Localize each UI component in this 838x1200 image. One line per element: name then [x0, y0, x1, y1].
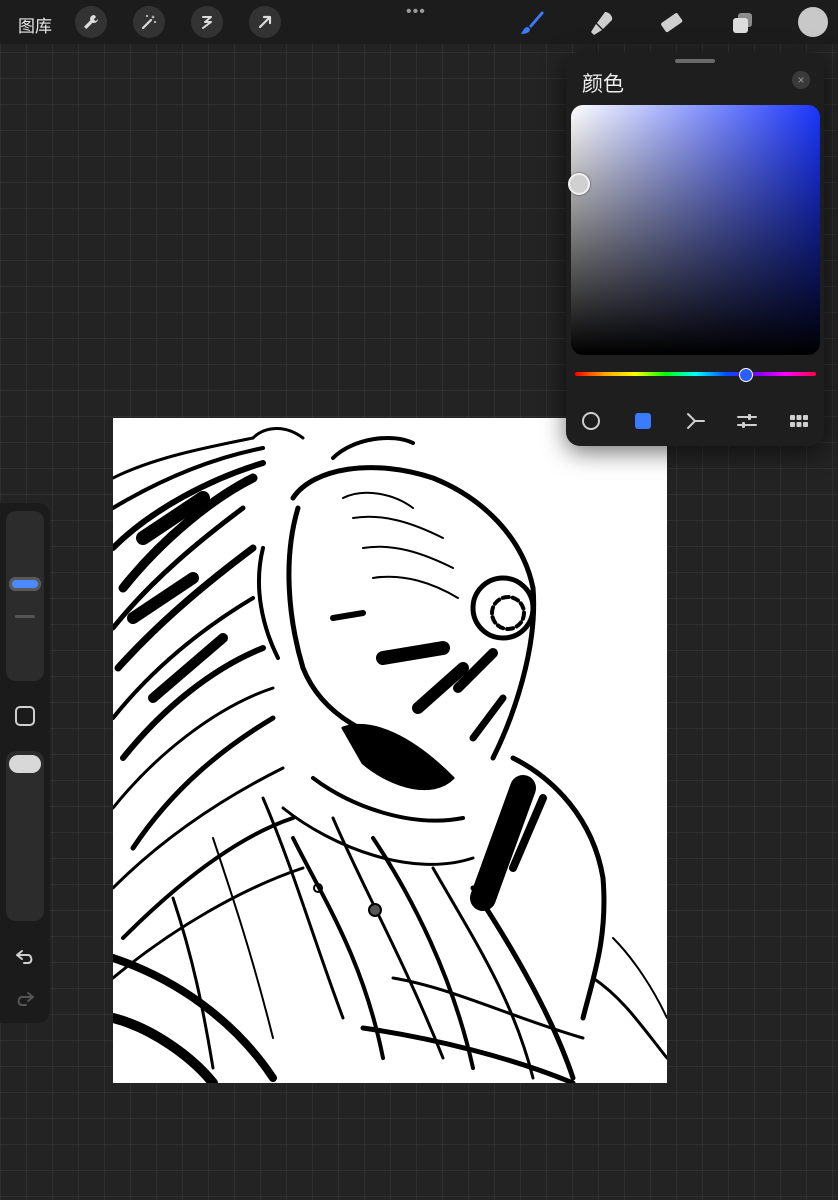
palettes-mode-icon[interactable] [782, 408, 816, 434]
gallery-button[interactable]: 图库 [18, 12, 52, 37]
color-panel-title: 颜色 [582, 73, 624, 96]
eraser-icon[interactable] [654, 6, 688, 40]
drawing-canvas[interactable] [113, 418, 667, 1083]
brush-size-thumb[interactable] [9, 577, 41, 591]
redo-icon[interactable] [12, 985, 38, 1011]
left-sidebar [0, 503, 50, 1023]
classic-mode-icon[interactable] [626, 408, 660, 434]
disc-mode-icon[interactable] [574, 408, 608, 434]
brush-icon[interactable] [515, 6, 549, 40]
harmony-mode-icon[interactable] [678, 408, 712, 434]
color-swatch-button[interactable] [798, 7, 828, 37]
panel-grabber[interactable] [675, 59, 715, 63]
hue-slider[interactable] [575, 372, 816, 376]
picker-knob[interactable] [568, 173, 590, 195]
smudge-icon[interactable] [585, 6, 619, 40]
wrench-icon[interactable] [75, 6, 107, 38]
layers-icon[interactable] [726, 6, 760, 40]
more-options-icon[interactable]: ••• [406, 3, 426, 21]
brush-size-slider[interactable] [6, 511, 44, 681]
transform-arrow-icon[interactable] [249, 6, 281, 38]
top-toolbar: 图库 ••• [0, 0, 838, 44]
sketch-artwork [113, 427, 667, 1083]
square-icon[interactable] [12, 703, 38, 729]
close-icon[interactable]: × [792, 71, 810, 89]
color-picker-square[interactable] [568, 105, 820, 355]
opacity-slider[interactable] [6, 751, 44, 921]
selection-icon[interactable] [191, 6, 223, 38]
slider-divider [15, 615, 35, 618]
opacity-thumb[interactable] [9, 755, 41, 773]
color-panel: 颜色 × [566, 52, 824, 446]
undo-icon[interactable] [12, 943, 38, 969]
value-mode-icon[interactable] [730, 408, 764, 434]
hue-slider-knob[interactable] [739, 368, 753, 382]
magic-wand-icon[interactable] [133, 6, 165, 38]
